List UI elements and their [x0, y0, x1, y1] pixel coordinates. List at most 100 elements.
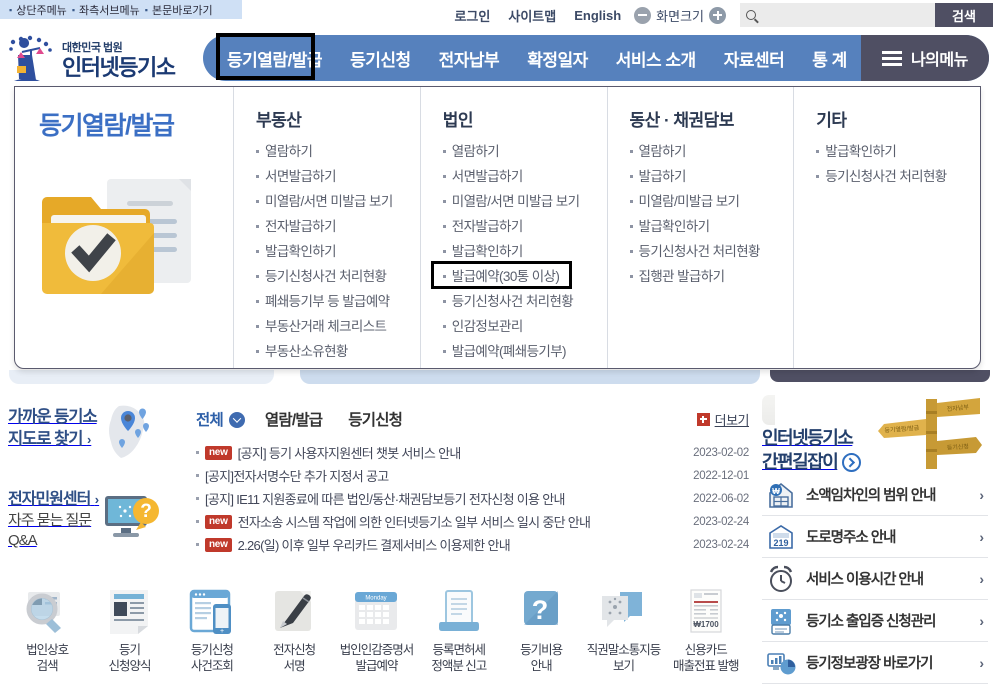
menu-item-movables-1[interactable]: 발급하기	[629, 165, 794, 188]
sitemap-link[interactable]: 사이트맵	[499, 6, 565, 25]
board-row-title[interactable]: 2.26(일) 이후 일부 우리카드 결제서비스 이용제한 안내	[238, 535, 511, 554]
menu-item-realestate-1[interactable]: 서면발급하기	[256, 165, 420, 188]
menu-item-movables-5[interactable]: 집행관 발급하기	[629, 265, 794, 288]
menu-item-corp-2[interactable]: 미열람/서면 미발급 보기	[442, 190, 607, 213]
site-logo[interactable]: 대한민국 법원 인터넷등기소	[6, 32, 196, 86]
search-button[interactable]: 검색	[935, 3, 993, 27]
menu-item-movables-3[interactable]: 발급확인하기	[629, 215, 794, 238]
shortcut-case-inquiry[interactable]: + 등기신청 사건조회	[171, 588, 253, 674]
nav-item-fixed-date[interactable]: 확정일자	[513, 35, 602, 81]
menu-item-movables-0[interactable]: 열람하기	[629, 140, 794, 163]
menu-item-movables-4[interactable]: 등기신청사건 처리현황	[629, 240, 794, 263]
board-row[interactable]: [공지]전자서명수단 추가 지정서 공고 2022-12-01	[196, 464, 749, 487]
nav-item-statistics[interactable]: 통 계	[798, 35, 861, 81]
board-row-title[interactable]: [공지]전자서명수단 추가 지정서 공고	[205, 466, 389, 485]
svg-text:₩1700: ₩1700	[693, 620, 719, 629]
simple-guide-banner[interactable]: 인터넷등기소 간편길잡이 전자납부 등기열람/발급 등기신청	[762, 395, 988, 474]
shortcut-ex-officio-cancellation-notice[interactable]: 직권말소통지등 보기	[582, 588, 664, 674]
skip-link-side-menu[interactable]: 좌측서브메뉴	[79, 2, 140, 18]
my-menu-button[interactable]: 나의메뉴	[860, 35, 989, 81]
board-more-link[interactable]: 더보기	[696, 410, 750, 429]
shortcut-corporate-seal-reservation[interactable]: Monday 법인인감증명서 발급예약	[335, 588, 417, 674]
mega-column-heading: 동산 · 채권담보	[629, 111, 735, 130]
shortcut-label: 전자신청 서명	[273, 643, 316, 673]
nav-item-registry-apply[interactable]: 등기신청	[336, 35, 425, 81]
form-paper-icon	[110, 590, 149, 634]
chevron-down-icon[interactable]	[228, 412, 245, 428]
menu-item-realestate-0[interactable]: 열람하기	[256, 140, 420, 163]
menu-item-label: 열람하기	[451, 144, 500, 159]
shortcut-corporate-name-search[interactable]: 법인상호 검색	[6, 588, 88, 674]
board-tab-registry-apply[interactable]: 등기신청	[348, 408, 403, 430]
menu-item-corp-0[interactable]: 열람하기	[442, 140, 607, 163]
right-link-office-pass-application[interactable]: 등기소 출입증 신청관리 ›	[762, 600, 988, 642]
menu-item-realestate-8[interactable]: 부동산소유현황	[256, 340, 420, 363]
skip-link-content[interactable]: 본문바로가기	[152, 2, 213, 18]
menu-item-corp-issue-reservation-30plus[interactable]: 발급예약(30통 이상)	[442, 265, 607, 288]
board-row[interactable]: new 2.26(일) 이후 일부 우리카드 결제서비스 이용제한 안내 202…	[196, 533, 749, 556]
menu-item-movables-2[interactable]: 미열람/미발급 보기	[629, 190, 794, 213]
search-input[interactable]	[760, 8, 920, 22]
menu-item-corp-3[interactable]: 전자발급하기	[442, 215, 607, 238]
mega-column-list: 열람하기 발급하기 미열람/미발급 보기 발급확인하기 등기신청사건 처리현황 …	[629, 140, 794, 288]
mega-column-list: 발급확인하기 등기신청사건 처리현황	[816, 140, 980, 188]
menu-item-realestate-3[interactable]: 전자발급하기	[256, 215, 420, 238]
menu-item-realestate-4[interactable]: 발급확인하기	[256, 240, 420, 263]
shortcut-label: 등기비용 안내	[520, 643, 563, 673]
menu-item-etc-1[interactable]: 등기신청사건 처리현황	[816, 165, 980, 188]
nav-item-data-center[interactable]: 자료센터	[710, 35, 799, 81]
english-link[interactable]: English	[565, 8, 630, 23]
board-row[interactable]: [공지] IE11 지원종료에 따른 법인/동산·채권담보등기 전자신청 이용 …	[196, 487, 749, 510]
login-link[interactable]: 로그인	[445, 6, 499, 25]
minus-circle-icon[interactable]	[634, 6, 652, 24]
menu-item-corp-1[interactable]: 서면발급하기	[442, 165, 607, 188]
menu-item-corp-6[interactable]: 등기신청사건 처리현황	[442, 290, 607, 313]
find-registry-office-map-link[interactable]: 가까운 등기소 지도로 찾기 ›	[8, 404, 190, 464]
board-row-title[interactable]: [공지] 등기 사용자지원센터 챗봇 서비스 안내	[238, 443, 462, 462]
e-civil-center-link[interactable]: 전자민원센터 › 자주 묻는 질문 Q&A ?	[8, 488, 190, 551]
right-link-small-lease-range[interactable]: ₩ 소액임차인의 범위 안내 ›	[762, 474, 988, 516]
mega-column-heading: 기타	[816, 111, 847, 130]
board-row[interactable]: new 전자소송 시스템 작업에 의한 인터넷등기소 일부 서비스 일시 중단 …	[196, 510, 749, 533]
background-panel-left	[9, 370, 274, 384]
menu-item-label: 등기신청사건 처리현황	[638, 244, 761, 259]
menu-item-etc-0[interactable]: 발급확인하기	[816, 140, 980, 163]
menu-item-corp-4[interactable]: 발급확인하기	[442, 240, 607, 263]
folder-check-icon	[42, 179, 191, 294]
right-link-service-hours[interactable]: 서비스 이용시간 안내 ›	[762, 558, 988, 600]
menu-item-realestate-2[interactable]: 미열람/서면 미발급 보기	[256, 190, 420, 213]
menu-item-corp-8[interactable]: 발급예약(폐쇄등기부)	[442, 340, 607, 363]
board-row[interactable]: new [공지] 등기 사용자지원센터 챗봇 서비스 안내 2023-02-02	[196, 441, 749, 464]
bullet-icon	[629, 175, 633, 178]
hamburger-icon	[881, 50, 902, 66]
bullet-icon	[442, 175, 446, 178]
shortcut-registry-forms[interactable]: 등기 신청양식	[88, 588, 170, 674]
board-row-title[interactable]: 전자소송 시스템 작업에 의한 인터넷등기소 일부 서비스 일시 중단 안내	[238, 512, 591, 531]
shortcut-e-application-signature[interactable]: 전자신청 서명	[253, 588, 335, 674]
board-tab-all[interactable]: 전체	[196, 408, 224, 430]
board-tab-view-issue[interactable]: 열람/발급	[265, 408, 323, 430]
nav-item-epayment[interactable]: 전자납부	[425, 35, 514, 81]
right-link-road-name-address[interactable]: 219 도로명주소 안내 ›	[762, 516, 988, 558]
menu-item-realestate-7[interactable]: 부동산거래 체크리스트	[256, 315, 420, 338]
menu-item-realestate-5[interactable]: 등기신청사건 처리현황	[256, 265, 420, 288]
menu-item-realestate-6[interactable]: 폐쇄등기부 등 발급예약	[256, 290, 420, 313]
plus-circle-icon[interactable]	[709, 6, 726, 24]
right-link-registry-info-plaza[interactable]: 등기정보광장 바로가기 ›	[762, 642, 988, 684]
shortcut-credit-card-receipt[interactable]: ₩1700 신용카드 매출전표 발행	[665, 588, 747, 674]
menu-item-corp-7[interactable]: 인감정보관리	[442, 315, 607, 338]
nav-item-service-intro[interactable]: 서비스 소개	[602, 35, 710, 81]
board-row-date: 2022-06-02	[693, 492, 749, 505]
bullet-icon	[256, 300, 259, 303]
menu-item-label: 인감정보관리	[451, 319, 524, 334]
board-row-date: 2023-02-24	[693, 538, 749, 551]
board-row-title[interactable]: [공지] IE11 지원종료에 따른 법인/동산·채권담보등기 전자신청 이용 …	[205, 489, 565, 508]
shortcut-registration-cost-guide[interactable]: ? 등기비용 안내	[500, 588, 582, 674]
svg-text:?: ?	[140, 501, 152, 522]
nav-item-registry-view[interactable]: 등기열람/발급	[213, 35, 336, 81]
shortcut-registration-license-tax[interactable]: 등록면허세 정액분 신고	[418, 588, 500, 674]
logo-title: 인터넷등기소	[62, 54, 176, 80]
skip-link-top-menu[interactable]: 상단주메뉴	[16, 2, 67, 18]
bullet-icon	[196, 451, 199, 454]
search-box[interactable]	[740, 3, 935, 27]
